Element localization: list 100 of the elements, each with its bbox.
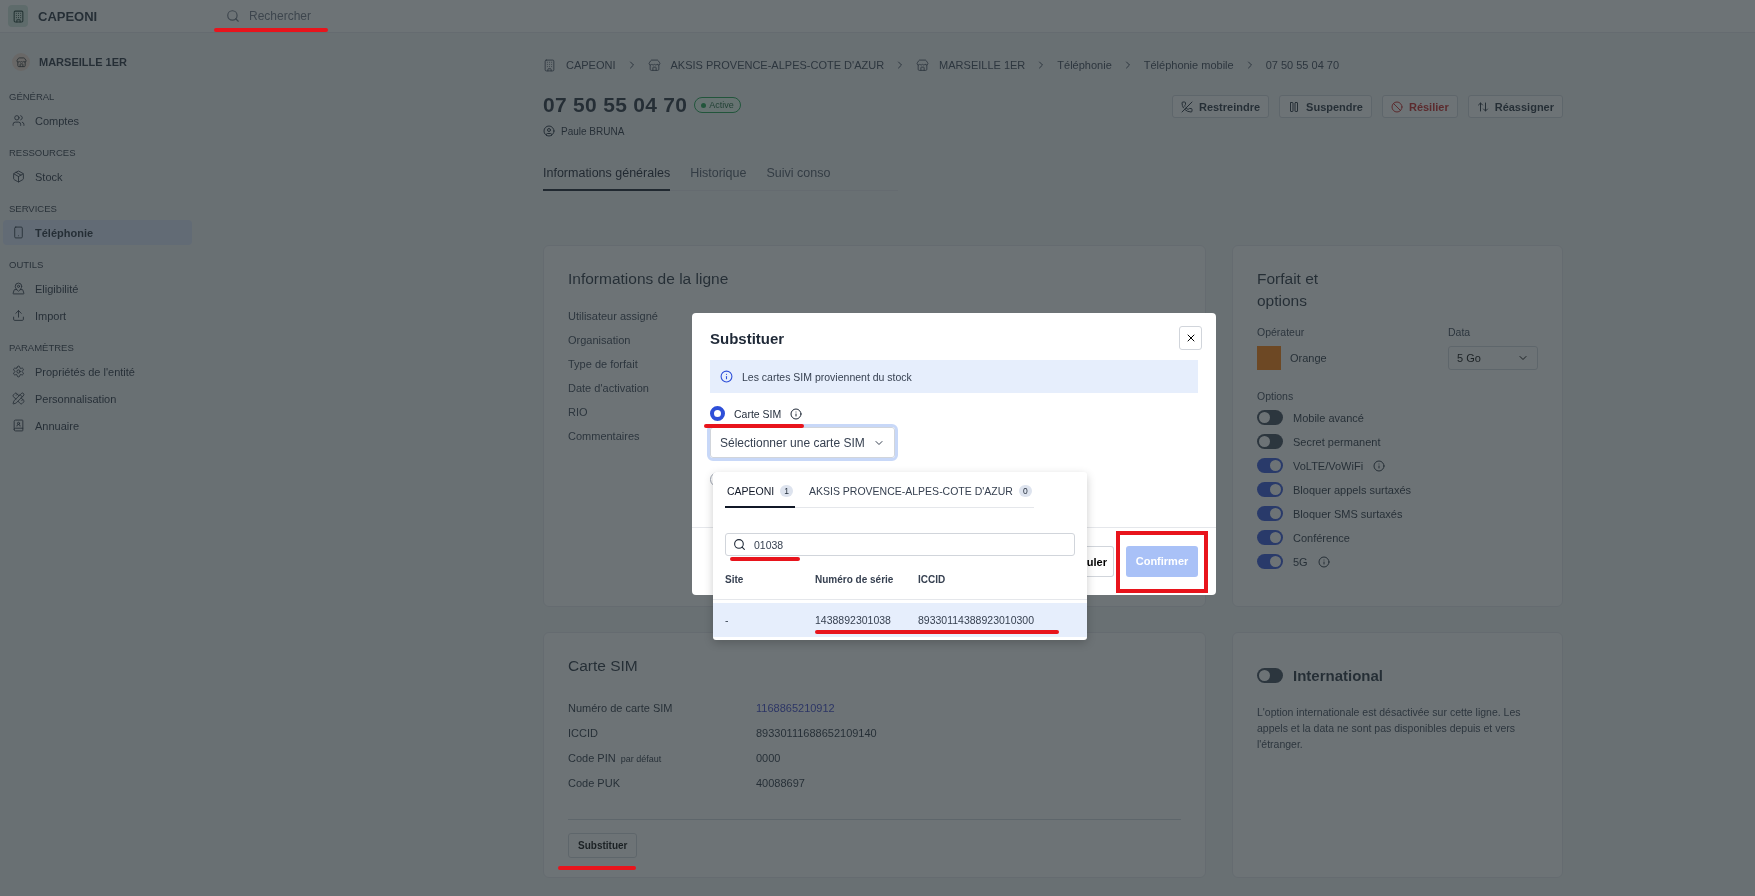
- contact-book-icon: [12, 419, 25, 432]
- sidebar-item[interactable]: Annuaire: [3, 413, 192, 438]
- map-pin-icon: [12, 282, 25, 295]
- pause-icon: [1288, 100, 1301, 113]
- radio-label: Carte SIM: [734, 407, 782, 420]
- field-label: Data: [1448, 326, 1472, 338]
- substitute-button[interactable]: Substituer: [568, 833, 638, 858]
- sim-select[interactable]: Sélectionner une carte SIM: [710, 427, 895, 458]
- field-label: ICCID: [568, 726, 599, 739]
- package-icon: [12, 170, 25, 183]
- radio-button[interactable]: [710, 406, 725, 421]
- search-icon: [226, 9, 240, 23]
- column-header: Site: [725, 574, 745, 585]
- section-label: Options: [1257, 390, 1295, 402]
- column-header: Numéro de série: [815, 574, 895, 585]
- breadcrumb-link[interactable]: Téléphonie: [1057, 59, 1112, 71]
- option-label: VoLTE/VoWiFi: [1293, 459, 1364, 472]
- table-cell-text: 1438892301038: [815, 614, 892, 626]
- sidebar-item[interactable]: Stock: [3, 164, 192, 189]
- phone-off-icon: [1180, 100, 1193, 113]
- section-title: SERVICES: [8, 201, 57, 216]
- toggle-switch[interactable]: [1257, 554, 1283, 569]
- toggle-switch[interactable]: [1257, 506, 1283, 521]
- field-value: 0000: [756, 751, 782, 764]
- option-label: Secret permanent: [1293, 435, 1381, 448]
- data-select[interactable]: 5 Go: [1448, 346, 1538, 370]
- field-label: Code PUK: [568, 776, 621, 789]
- sidebar-item[interactable]: Comptes: [3, 108, 192, 133]
- modal-title: Substituer: [710, 329, 785, 347]
- card-title: Carte SIM: [568, 656, 639, 676]
- table-cell-text: -: [725, 614, 730, 626]
- phone-number-title: 07 50 55 04 70: [543, 93, 688, 117]
- info-icon: [1317, 555, 1330, 568]
- field-label: Opérateur: [1257, 326, 1306, 338]
- section-title: RESSOURCES: [8, 145, 76, 160]
- field-label: Type de forfait: [568, 357, 638, 372]
- option-label: 5G: [1293, 555, 1308, 568]
- toggle-switch[interactable]: [1257, 410, 1283, 425]
- sim-number-link[interactable]: 1168865210912: [756, 701, 1181, 714]
- entity-name: MARSEILLE 1ER: [39, 56, 127, 68]
- toggle-switch[interactable]: [1257, 458, 1283, 473]
- search-icon: [733, 538, 746, 551]
- action-button[interactable]: Réassigner: [1467, 95, 1563, 118]
- section-title: GÉNÉRAL: [8, 89, 55, 104]
- toggle-switch[interactable]: [1257, 530, 1283, 545]
- sidebar-item[interactable]: Personnalisation: [3, 386, 192, 411]
- option-label: Bloquer appels surtaxés: [1293, 483, 1411, 496]
- action-button[interactable]: Restreindre: [1171, 95, 1270, 118]
- count-badge: 1: [780, 485, 793, 497]
- option-label: Bloquer SMS surtaxés: [1293, 507, 1403, 520]
- count-badge: 0: [1018, 485, 1032, 497]
- sidebar-item[interactable]: Propriétés de l'entité: [3, 359, 192, 384]
- toggle-switch[interactable]: [1257, 434, 1283, 449]
- action-button[interactable]: Suspendre: [1279, 95, 1372, 118]
- info-icon: [790, 407, 803, 420]
- field-label: RIO: [568, 405, 588, 420]
- field-value: 40088697: [756, 776, 806, 789]
- card-title: Forfait et options: [1257, 269, 1320, 311]
- field-value: 89330111688652109140: [756, 726, 878, 739]
- operator-name: Orange: [1290, 352, 1327, 364]
- ban-icon: [1390, 100, 1403, 113]
- breadcrumb-link[interactable]: CAPEONI: [566, 59, 616, 71]
- building-icon: [543, 58, 556, 72]
- info-icon: [720, 370, 733, 383]
- users-icon: [12, 114, 25, 127]
- field-label: Organisation: [568, 333, 631, 348]
- breadcrumb-link[interactable]: MARSEILLE 1ER: [939, 59, 1026, 71]
- sidebar-item[interactable]: Eligibilité: [3, 276, 192, 301]
- assigned-user: Paule BRUNA: [561, 125, 625, 137]
- sidebar-item[interactable]: Téléphonie: [3, 220, 192, 245]
- card-title: Informations de la ligne: [568, 269, 730, 289]
- store-icon: [647, 58, 661, 72]
- breadcrumb-link[interactable]: Téléphonie mobile: [1143, 59, 1234, 71]
- breadcrumb-link[interactable]: AKSIS PROVENCE-ALPES-COTE D'AZUR: [670, 59, 885, 71]
- annotation-underline: [730, 557, 800, 561]
- description-text: L'option internationale est désactivée sur cette ligne. Les appels et la data ne sont pas disponibles depuis et vers l'étranger.: [1257, 705, 1522, 752]
- user-circle-icon: [543, 125, 555, 137]
- field-label: Date d'activation: [568, 381, 649, 396]
- section-title: PARAMÈTRES: [8, 340, 74, 355]
- info-text: Les cartes SIM proviennent du stock: [742, 370, 912, 383]
- search-field[interactable]: 01038: [725, 533, 1075, 556]
- sidebar-item[interactable]: Import: [3, 303, 192, 328]
- field-label: Commentaires: [568, 429, 640, 444]
- ruler-pencil-icon: [12, 392, 25, 405]
- status-dot-icon: [701, 102, 707, 108]
- action-button[interactable]: Résilier: [1381, 95, 1458, 118]
- tab[interactable]: CAPEONI 1: [725, 482, 795, 508]
- toggle-switch[interactable]: [1257, 668, 1283, 683]
- field-label: Code PIN par défaut: [568, 751, 663, 764]
- store-avatar-icon: [12, 53, 30, 71]
- close-button[interactable]: [1179, 326, 1202, 350]
- upload-icon: [12, 309, 25, 322]
- section-title: OUTILS: [8, 257, 44, 272]
- toggle-switch[interactable]: [1257, 482, 1283, 497]
- arrows-icon: [1476, 100, 1489, 113]
- tab[interactable]: Informations générales: [543, 162, 671, 191]
- option-label: Mobile avancé: [1293, 411, 1364, 424]
- tab[interactable]: AKSIS PROVENCE-ALPES-COTE D'AZUR 0: [807, 482, 1034, 508]
- info-icon: [1373, 459, 1386, 472]
- table-row[interactable]: - 1438892301038 89330114388923010300: [713, 603, 1087, 637]
